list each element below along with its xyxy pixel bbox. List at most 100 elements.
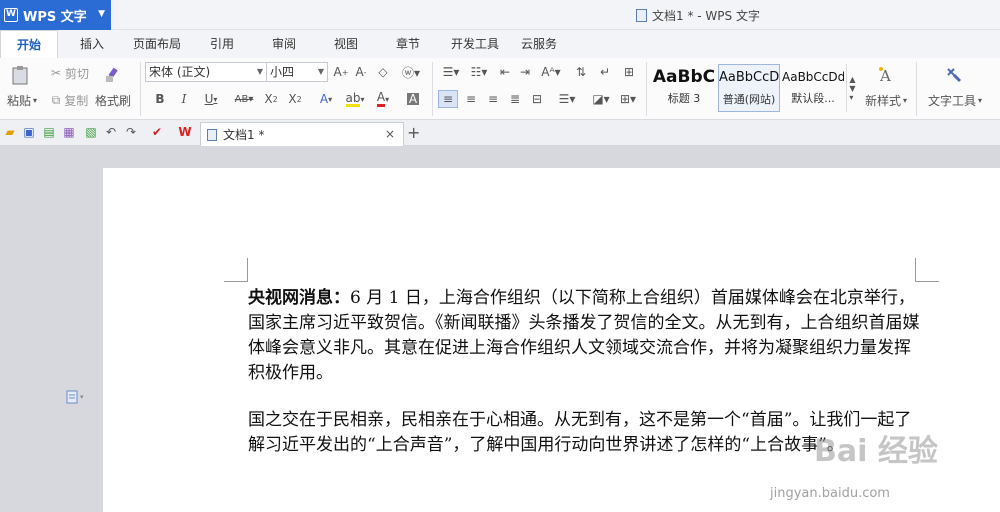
font-size-value: 小四 bbox=[270, 65, 295, 79]
underline-button[interactable]: U ▾ bbox=[200, 90, 222, 108]
margin-corner-top-left bbox=[224, 258, 248, 282]
ribbon-tabs: 开始 插入 页面布局 引用 审阅 视图 章节 开发工具 云服务 bbox=[0, 30, 1000, 58]
paragraph-layout-icon[interactable]: ▾ bbox=[66, 390, 84, 404]
text-tools-icon[interactable] bbox=[942, 64, 966, 86]
paragraph-shading-button[interactable]: ◪▾ bbox=[588, 90, 614, 108]
chevron-down-icon: ▼ bbox=[98, 9, 105, 19]
phonetic-guide-icon[interactable]: ⓦ▾ bbox=[398, 63, 424, 81]
line-spacing-button[interactable]: ☰▾ bbox=[554, 90, 580, 108]
document-tab[interactable]: 文档1 * × bbox=[200, 122, 404, 146]
style-heading3[interactable]: AaBbC 标题 3 bbox=[652, 64, 716, 112]
grow-font-icon[interactable]: A + bbox=[332, 63, 350, 81]
bold-button[interactable]: B bbox=[152, 90, 168, 108]
tab-developer[interactable]: 开发工具 bbox=[444, 30, 506, 58]
align-right-button[interactable]: ≡ bbox=[484, 90, 502, 108]
style-default-paragraph[interactable]: AaBbCcDd 默认段... bbox=[782, 64, 844, 112]
align-center-button[interactable]: ≡ bbox=[462, 90, 480, 108]
font-name-select[interactable]: 宋体 (正文) ▼ bbox=[145, 62, 267, 82]
strikethrough-button[interactable]: AB▾ bbox=[230, 90, 258, 108]
save-icon[interactable]: ▣ bbox=[22, 125, 36, 139]
tab-home[interactable]: 开始 bbox=[0, 30, 58, 58]
paste-label: 粘贴 bbox=[6, 93, 31, 108]
change-case-button[interactable]: Aᴬ▾ bbox=[538, 63, 564, 81]
ribbon: 粘贴 ▾ ✂ 剪切 ⧉ 复制 格式刷 宋体 (正文) ▼ 小四 ▼ A + A- ◇ ⓦ▾ … bbox=[0, 58, 1000, 120]
add-tab-button[interactable]: + bbox=[407, 123, 420, 142]
text-effect-button[interactable]: A ▾ bbox=[314, 90, 338, 108]
new-style-icon[interactable]: A bbox=[866, 64, 906, 86]
document-canvas: 央视网消息：6 月 1 日，上海合作组织（以下简称上合组织）首届媒体峰会在北京举… bbox=[0, 146, 1000, 512]
paragraph-1[interactable]: 央视网消息：6 月 1 日，上海合作组织（以下简称上合组织）首届媒体峰会在北京举… bbox=[248, 286, 920, 386]
format-painter-button[interactable]: 格式刷 bbox=[92, 92, 134, 108]
distributed-button[interactable]: ⊟ bbox=[528, 90, 546, 108]
clear-format-icon[interactable]: ◇ bbox=[374, 63, 392, 81]
scissors-icon: ✂ bbox=[50, 66, 62, 80]
tab-sections[interactable]: 章节 bbox=[386, 30, 430, 58]
superscript-button[interactable]: X2 bbox=[262, 90, 280, 108]
numbered-list-button[interactable]: ☷▾ bbox=[466, 63, 492, 81]
open-icon[interactable]: ▰ bbox=[3, 125, 17, 139]
table-grid-button[interactable]: ⊞ bbox=[620, 63, 638, 81]
tab-references[interactable]: 引用 bbox=[200, 30, 244, 58]
highlight-button[interactable]: ab ▾ bbox=[342, 90, 368, 108]
style-sample: AaBbC bbox=[652, 67, 716, 87]
subscript-button[interactable]: X2 bbox=[286, 90, 304, 108]
font-size-select[interactable]: 小四 ▼ bbox=[266, 62, 328, 82]
window-title: 文档1 * - WPS 文字 bbox=[636, 7, 760, 24]
redo-icon[interactable]: ↷ bbox=[124, 125, 138, 139]
style-name: 标题 3 bbox=[667, 92, 701, 105]
text-tools-label: 文字工具 bbox=[927, 93, 976, 108]
cut-button[interactable]: ✂ 剪切 bbox=[46, 64, 94, 82]
app-name: WPS 文字 bbox=[23, 9, 87, 25]
new-style-label: 新样式 bbox=[864, 93, 901, 108]
paragraph-2[interactable]: 国之交在于民相亲，民相亲在于心相通。从无到有，这不是第一个“首届”。让我们一起了… bbox=[248, 408, 920, 458]
char-shading-button[interactable]: A bbox=[400, 90, 426, 108]
customize-toolbar-icon[interactable]: ✔ bbox=[150, 125, 164, 139]
justify-button[interactable]: ≣ bbox=[506, 90, 524, 108]
shrink-font-icon[interactable]: A- bbox=[352, 63, 370, 81]
new-style-button[interactable]: 新样式 ▾ bbox=[860, 92, 912, 108]
paste-button[interactable]: 粘贴 ▾ bbox=[4, 92, 40, 108]
style-name: 普通(网站) bbox=[722, 93, 776, 106]
show-marks-button[interactable]: ↵ bbox=[596, 63, 614, 81]
font-name-value: 宋体 (正文) bbox=[149, 65, 211, 79]
increase-indent-button[interactable]: ⇥ bbox=[516, 63, 534, 81]
font-color-button[interactable]: A ▾ bbox=[372, 90, 394, 108]
copy-button[interactable]: ⧉ 复制 bbox=[46, 91, 94, 109]
align-left-button[interactable]: ≡ bbox=[438, 90, 458, 108]
print-preview-icon[interactable]: ▧ bbox=[84, 125, 98, 139]
style-sample: AaBbCcDd bbox=[782, 70, 844, 84]
ribbon-divider bbox=[916, 62, 917, 116]
title-bar: W WPS 文字 ▼ 文档1 * - WPS 文字 bbox=[0, 0, 1000, 30]
bullet-list-button[interactable]: ☰▾ bbox=[438, 63, 464, 81]
document-icon bbox=[636, 9, 647, 22]
style-sample: AaBbCcD bbox=[719, 70, 779, 85]
print-icon[interactable]: ▦ bbox=[62, 125, 76, 139]
tab-cloud[interactable]: 云服务 bbox=[514, 30, 564, 58]
style-normal-web[interactable]: AaBbCcD 普通(网站) bbox=[718, 64, 780, 112]
undo-icon[interactable]: ↶ bbox=[104, 125, 118, 139]
tab-insert[interactable]: 插入 bbox=[70, 30, 114, 58]
wps-logo-icon: W bbox=[4, 8, 18, 22]
sort-button[interactable]: ⇅ bbox=[570, 63, 592, 81]
tab-view[interactable]: 视图 bbox=[324, 30, 368, 58]
paste-icon[interactable] bbox=[8, 64, 32, 86]
svg-text:▾: ▾ bbox=[80, 393, 84, 401]
document-page[interactable]: 央视网消息：6 月 1 日，上海合作组织（以下简称上合组织）首届媒体峰会在北京举… bbox=[103, 168, 1000, 512]
app-menu-button[interactable]: W WPS 文字 ▼ bbox=[0, 0, 111, 30]
tab-review[interactable]: 审阅 bbox=[262, 30, 306, 58]
export-pdf-icon[interactable]: ▤ bbox=[42, 125, 56, 139]
tab-page-layout[interactable]: 页面布局 bbox=[126, 30, 188, 58]
borders-button[interactable]: ⊞▾ bbox=[616, 90, 640, 108]
decrease-indent-button[interactable]: ⇤ bbox=[496, 63, 514, 81]
margin-corner-top-right bbox=[915, 258, 939, 282]
wps-w-icon[interactable]: W bbox=[176, 124, 194, 140]
ribbon-divider bbox=[646, 62, 647, 116]
text-tools-button[interactable]: 文字工具 ▾ bbox=[924, 92, 986, 108]
document-icon bbox=[207, 128, 217, 141]
brush-icon[interactable] bbox=[100, 64, 124, 86]
ribbon-divider bbox=[140, 62, 141, 116]
ribbon-divider bbox=[432, 62, 433, 116]
italic-button[interactable]: I bbox=[176, 90, 192, 108]
close-icon[interactable]: × bbox=[385, 127, 395, 141]
styles-scroll[interactable]: ▲ ▼ ▾ bbox=[846, 64, 858, 112]
